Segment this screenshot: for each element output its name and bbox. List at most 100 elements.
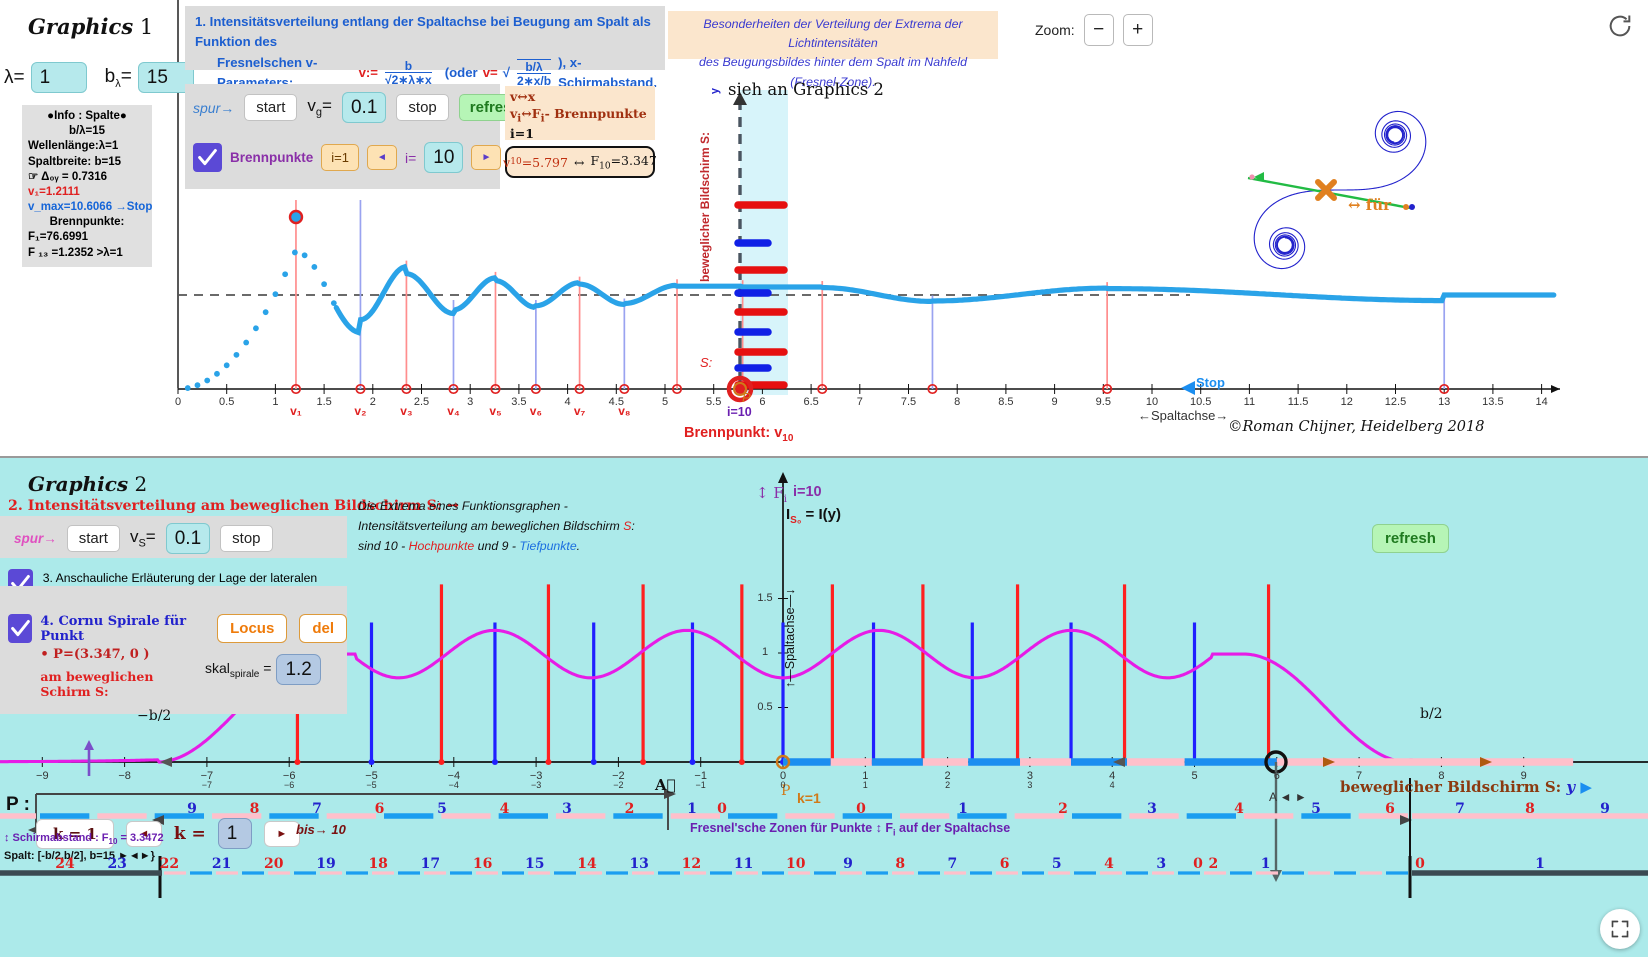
g1-axis-tick: 9.5 [1095,396,1111,408]
k1-label: k=1 [797,790,821,806]
spaltachse-label-2: ↑—Spaltachse—↓ [783,588,797,688]
spaltachse-label: ←Spaltachse→ [1138,408,1229,423]
stop-button[interactable]: stop [396,94,449,121]
fresnel-zone-number: 6 [999,856,1010,872]
graphics2-panel: Graphics 2 2. Intensitätsverteilung am b… [0,456,1648,957]
g2-axis-tick: −9 [36,770,49,782]
item4-checkbox[interactable] [8,614,33,643]
fresnel-zone-number: 7 [1455,801,1465,817]
fresnel-zone-number: 14 [577,856,597,872]
g2-axis-tick: 5 [1191,770,1198,782]
fullscreen-icon[interactable] [1600,909,1640,949]
spur-label: spur→ [193,99,235,116]
fresnel-zone-number: 9 [187,801,197,817]
g1-axis-tick: 13.5 [1482,396,1504,408]
vs-input[interactable]: 0.1 [165,523,211,554]
i-prev-button[interactable]: ◄ [366,145,397,170]
fresnel-zone-number: 5 [437,801,447,817]
fresnel-zone-number: 5 [1311,801,1321,817]
lambda-input[interactable]: 1 [30,62,87,93]
g1-axis-tick: 1 [272,396,279,408]
legend-line1: v↔x [510,89,536,104]
fresnel-zone-number: 3 [562,801,572,817]
fresnel-zone-number: 0 [1415,856,1425,872]
g1-axis-tick: 6.5 [803,396,819,408]
skal-input[interactable]: 1.2 [276,654,321,685]
vg-label: vg= [307,96,332,119]
fresnel-zone-number: 18 [368,856,388,872]
graphics1-panel: Graphics 1 λ= 1 bλ= 15 ●Info : Spalte● b… [0,0,1648,455]
g2-small-tick: 0 [780,780,786,790]
bis-label: bis→ 10 [296,822,346,837]
fresnel-zone-number: 19 [316,856,336,872]
v-legend: v↔x vi↔Fi- Brennpunkte i=1 [505,86,655,141]
note-line1: Besonderheiten der Verteilung der Extrem… [703,17,963,51]
i10-label: i=10 [727,405,752,419]
graphics2-trace-panel: spur→ start vS= 0.1 stop [0,516,347,558]
del-button[interactable]: del [299,614,347,643]
lambda-row: λ= 1 bλ= 15 [4,62,194,93]
vg-input[interactable]: 0.1 [341,92,387,123]
instruction-panel: 1. Intensitätsverteilung entlang der Spa… [185,6,665,90]
fresnel-zone-number: 11 [733,856,754,872]
g2-small-tick: −3 [530,780,542,790]
fresnel-zone-number: 5 [1051,856,1062,872]
stop2-button[interactable]: stop [220,525,273,552]
desc-line2: Intensitätsverteilung am beweglichen Bil… [358,518,635,533]
i-next-button[interactable]: ► [471,145,502,170]
g1-axis-tick: 3.5 [511,396,527,408]
p-label: P : [6,794,30,815]
fresnel-zone-number: 1 [1535,856,1545,872]
i-input[interactable]: 10 [424,142,464,173]
fresnel-zone-number: 2 [624,801,635,817]
screen-axis-label: beweglicher Bildschirm S: [698,131,712,282]
start2-button[interactable]: start [66,525,120,552]
stop-marker-label[interactable]: Stop [1196,375,1225,390]
fresnel-zone-number: 1 [1260,856,1271,872]
k-input[interactable]: 1 [217,818,252,849]
g1-axis-tick: 10.5 [1189,396,1212,408]
A-point-controls[interactable]: A ◄ ► [1269,790,1307,804]
i-first-button[interactable]: i=1 [321,144,359,171]
g1-axis-tick: 3 [467,396,474,408]
fuer-label: ↔ für [1348,196,1392,214]
k-next-button[interactable]: ► [263,820,300,847]
start-button[interactable]: start [244,94,298,121]
v-extremum-label: v₆ [529,404,542,418]
v-extremum-label: v₃ [400,404,413,418]
g1-axis-tick: 9 [1051,396,1058,408]
legend-line2: vi↔Fi- Brennpunkte [510,105,647,125]
fresnel-zone-number: 8 [249,801,260,817]
fresnel-zone-number: 24 [55,856,75,872]
refresh-icon[interactable] [1606,12,1634,40]
v-extremum-label: v₄ [447,404,460,418]
g2-y-tick: 0.5 [757,700,773,713]
g1-axis-tick: 2 [369,396,376,408]
g1-axis-tick: 0.5 [219,396,235,408]
brennpunkte-checkbox[interactable] [193,143,222,172]
g2-small-tick: −6 [284,780,295,790]
graphics1-title: Graphics 1 [28,14,154,39]
fresnel-zone-number: 2 [1058,801,1068,817]
locus-button[interactable]: Locus [217,614,288,643]
screen-y-label[interactable]: y [709,88,721,94]
g1-axis-tick: 11.5 [1287,396,1309,408]
v-extremum-label: v₇ [573,404,586,418]
g1-axis-tick: 10 [1145,396,1159,408]
fresnel-zone-number: 7 [947,856,958,872]
info-line4: ☞ Δ₀ᵧ = 0.7316 [28,170,107,183]
v-extremum-label: v₁ [290,404,302,418]
vs-label: vS= [129,527,156,550]
fresnel-zone-number: 13 [629,856,649,872]
info-header: ●Info : Spalte● [47,110,127,122]
v-f-readout: v 10 =5.797 ↔ F10=3.347 [503,146,657,178]
fresnel-zone-number: 3 [1156,856,1167,872]
refresh2-button[interactable]: refresh [1372,524,1449,553]
info-line5: v₁=1.2111 [28,185,80,198]
zoom-in-button[interactable]: + [1122,14,1153,46]
zoom-controls: Zoom: − + [1035,14,1153,46]
info-line2: Wellenlänge:λ=1 [28,140,119,153]
zoom-out-button[interactable]: − [1083,14,1114,46]
v-extremum-label: v₅ [489,404,502,418]
fresnel-zones-label-1: Fresnel'sche Zonen für Punkte ↕ Fi auf d… [690,821,1011,838]
